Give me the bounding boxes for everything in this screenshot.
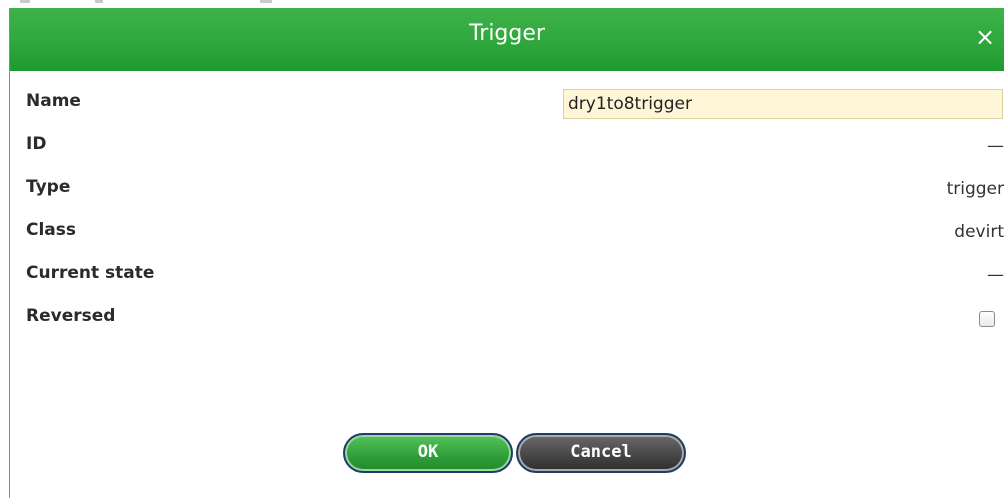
close-icon[interactable]: × [972, 23, 998, 51]
background-fragment [95, 0, 103, 3]
cancel-button[interactable]: Cancel [516, 433, 686, 473]
reversed-checkbox[interactable] [979, 311, 995, 327]
row-type: Type trigger [10, 173, 1004, 216]
row-class: Class devirt [10, 216, 1004, 259]
row-current-state: Current state — [10, 259, 1004, 302]
id-label: ID [26, 134, 47, 154]
properties-list: Name ID — Type trigger Class devirt Curr… [10, 87, 1004, 345]
type-value: trigger [946, 179, 1004, 199]
class-value: devirt [954, 222, 1004, 242]
type-label: Type [26, 177, 71, 197]
current-state-label: Current state [26, 263, 155, 283]
reversed-label: Reversed [26, 306, 116, 326]
id-value: — [987, 136, 1004, 156]
row-name: Name [10, 87, 1004, 130]
ok-button[interactable]: OK [343, 433, 513, 473]
background-strip [0, 0, 1006, 8]
background-fragment [20, 0, 30, 3]
row-reversed: Reversed [10, 302, 1004, 345]
current-state-value: — [987, 265, 1004, 285]
trigger-dialog: Trigger × Name ID — Type trigger Class d… [9, 8, 1004, 498]
background-fragment [260, 0, 272, 3]
dialog-title: Trigger [469, 21, 545, 46]
row-id: ID — [10, 130, 1004, 173]
name-label: Name [26, 91, 81, 111]
dialog-titlebar: Trigger × [10, 8, 1004, 71]
class-label: Class [26, 220, 77, 240]
name-input[interactable] [563, 89, 1003, 119]
